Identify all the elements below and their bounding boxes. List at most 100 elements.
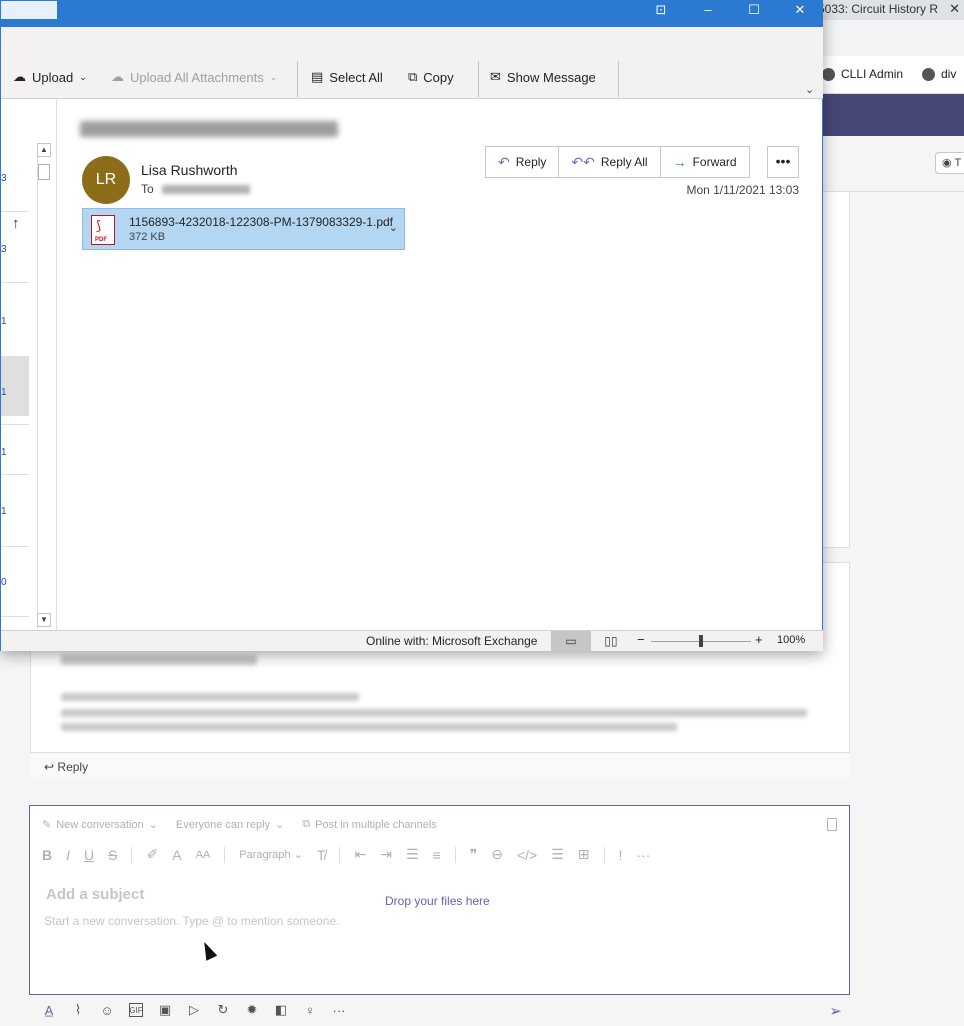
- more-apps-icon[interactable]: ···: [332, 1003, 346, 1018]
- blurred-text: [61, 655, 257, 665]
- formatting-toolbar: B I U S ✐ A AA Paragraph ⌄ T̸ ⇤ ⇥ ☰ ≡ ❞ …: [42, 846, 650, 863]
- title-bar: ⊡ – ☐ ✕: [1, 1, 823, 27]
- recipient-name[interactable]: [161, 184, 250, 194]
- reply-button[interactable]: ↩ Reply: [30, 752, 850, 780]
- list-item[interactable]: 1: [1, 506, 7, 517]
- italic-icon[interactable]: I: [66, 847, 70, 863]
- sender-name[interactable]: Lisa Rushworth: [141, 162, 238, 178]
- numbered-list-icon[interactable]: ≡: [433, 847, 441, 863]
- row-divider: [1, 424, 29, 425]
- bullet-list-icon[interactable]: ☰: [406, 846, 419, 863]
- row-divider: [1, 211, 29, 212]
- pin-window-icon[interactable]: ⊡: [638, 1, 684, 21]
- send-icon[interactable]: ➢: [829, 1002, 842, 1020]
- attachment-card[interactable]: ⟆ PDF 1156893-4232018-122308-PM-13790833…: [82, 208, 405, 250]
- scroll-up-icon[interactable]: ▲: [37, 143, 51, 157]
- upload-button[interactable]: ☁ Upload ⌄: [13, 65, 87, 89]
- bookmark-clli-admin[interactable]: CLLI Admin: [822, 67, 903, 81]
- strikethrough-icon[interactable]: S: [108, 847, 117, 863]
- gif-icon[interactable]: GIF: [129, 1003, 143, 1017]
- important-icon[interactable]: !: [619, 847, 623, 863]
- list-item[interactable]: 1: [1, 447, 7, 458]
- horizontal-rule-icon[interactable]: ☰: [551, 846, 564, 863]
- minimize-icon[interactable]: –: [685, 1, 731, 21]
- loop-icon[interactable]: ↻: [216, 1002, 230, 1017]
- show-message-button[interactable]: ✉ Show Message: [490, 65, 596, 89]
- list-item[interactable]: 1: [1, 316, 7, 327]
- more-actions-button[interactable]: •••: [767, 146, 799, 178]
- acrobat-icon: ⟆: [96, 218, 102, 233]
- sticker-icon[interactable]: ▣: [158, 1002, 172, 1017]
- bookmark-div[interactable]: div: [922, 67, 956, 81]
- list-item[interactable]: 3: [1, 173, 7, 184]
- post-card-upper: [822, 192, 850, 548]
- eye-icon[interactable]: ◉ T: [935, 152, 964, 174]
- divider: [131, 846, 133, 863]
- copy-button[interactable]: ⧉ Copy: [408, 65, 454, 89]
- teams-header: [822, 94, 964, 136]
- browser-toolbar: [814, 20, 964, 56]
- divider: [603, 846, 605, 863]
- stream-icon[interactable]: ◧: [274, 1002, 288, 1017]
- praise-icon[interactable]: ✹: [245, 1002, 259, 1017]
- zoom-out-icon[interactable]: −: [637, 632, 645, 647]
- scroll-thumb[interactable]: [38, 164, 50, 180]
- quote-icon[interactable]: ❞: [470, 846, 478, 863]
- forward-button[interactable]: → Forward: [661, 147, 749, 177]
- subject-input[interactable]: Add a subject: [46, 886, 144, 903]
- message-input[interactable]: Start a new conversation. Type @ to ment…: [44, 914, 339, 928]
- zoom-level[interactable]: 100%: [777, 634, 805, 646]
- post-multiple-channels-button[interactable]: ⧉ Post in multiple channels: [302, 818, 437, 831]
- clear-format-icon[interactable]: T̸: [317, 847, 326, 863]
- close-icon[interactable]: ✕: [777, 1, 823, 21]
- divider: [454, 846, 456, 863]
- close-tab-icon[interactable]: ✕: [949, 1, 960, 17]
- link-icon[interactable]: ⊖: [491, 846, 503, 863]
- format-icon[interactable]: A̲: [42, 1003, 56, 1018]
- list-item[interactable]: 1: [1, 387, 7, 398]
- reply-permission-dropdown[interactable]: Everyone can reply ⌄: [176, 818, 284, 832]
- list-item[interactable]: 3: [1, 244, 7, 255]
- trash-icon[interactable]: [827, 818, 837, 831]
- reply-button[interactable]: ↶ Reply: [486, 147, 560, 177]
- code-icon[interactable]: </>: [517, 847, 537, 863]
- browser-tab[interactable]: 5033: Circuit History R ✕: [814, 0, 964, 20]
- scrollbar[interactable]: [37, 143, 51, 628]
- font-color-icon[interactable]: A: [172, 847, 181, 863]
- chevron-down-icon: ⌄: [269, 71, 278, 82]
- copy-icon: ⧉: [408, 69, 418, 84]
- emoji-icon[interactable]: ☺: [100, 1003, 114, 1018]
- lightbulb-icon[interactable]: ♀: [303, 1003, 317, 1018]
- upload-all-attachments-button[interactable]: ☁ Upload All Attachments ⌄: [111, 65, 277, 89]
- outdent-icon[interactable]: ⇤: [354, 846, 366, 863]
- normal-view-icon[interactable]: ▭: [551, 631, 591, 651]
- new-conversation-dropdown[interactable]: ✎ New conversation ⌄: [42, 818, 158, 832]
- font-size-icon[interactable]: AA: [196, 849, 211, 861]
- sort-arrow-icon[interactable]: ↑: [12, 215, 20, 232]
- compose-box[interactable]: ✎ New conversation ⌄ Everyone can reply ⌄ ⧉…: [29, 805, 850, 995]
- zoom-slider-thumb[interactable]: [699, 635, 703, 647]
- avatar[interactable]: LR: [82, 156, 130, 204]
- ribbon-divider: [478, 61, 479, 97]
- highlight-icon[interactable]: ✐: [146, 846, 158, 863]
- selected-message-row[interactable]: [1, 356, 29, 416]
- reply-all-button[interactable]: ↶↶ Reply All: [559, 147, 661, 177]
- indent-icon[interactable]: ⇥: [380, 846, 392, 863]
- list-item[interactable]: 0: [1, 577, 7, 588]
- table-icon[interactable]: ⊞: [578, 846, 590, 863]
- blurred-text: [61, 723, 677, 731]
- zoom-in-icon[interactable]: +: [755, 632, 763, 647]
- chevron-down-icon[interactable]: ⌄: [389, 221, 398, 234]
- attachment-name: 1156893-4232018-122308-PM-1379083329-1.p…: [129, 215, 393, 229]
- paragraph-dropdown[interactable]: Paragraph ⌄: [239, 848, 303, 861]
- more-options-icon[interactable]: ···: [636, 847, 650, 863]
- meet-now-icon[interactable]: ▷: [187, 1002, 201, 1017]
- collapse-ribbon-icon[interactable]: ⌄: [805, 83, 814, 96]
- reading-view-icon[interactable]: ▯▯: [591, 631, 631, 651]
- underline-icon[interactable]: U: [84, 847, 94, 863]
- scroll-down-icon[interactable]: ▼: [37, 613, 51, 627]
- select-all-button[interactable]: ▤ Select All: [311, 65, 383, 89]
- maximize-icon[interactable]: ☐: [731, 1, 777, 21]
- bold-icon[interactable]: B: [42, 847, 52, 863]
- attach-icon[interactable]: ⌇: [71, 1002, 85, 1017]
